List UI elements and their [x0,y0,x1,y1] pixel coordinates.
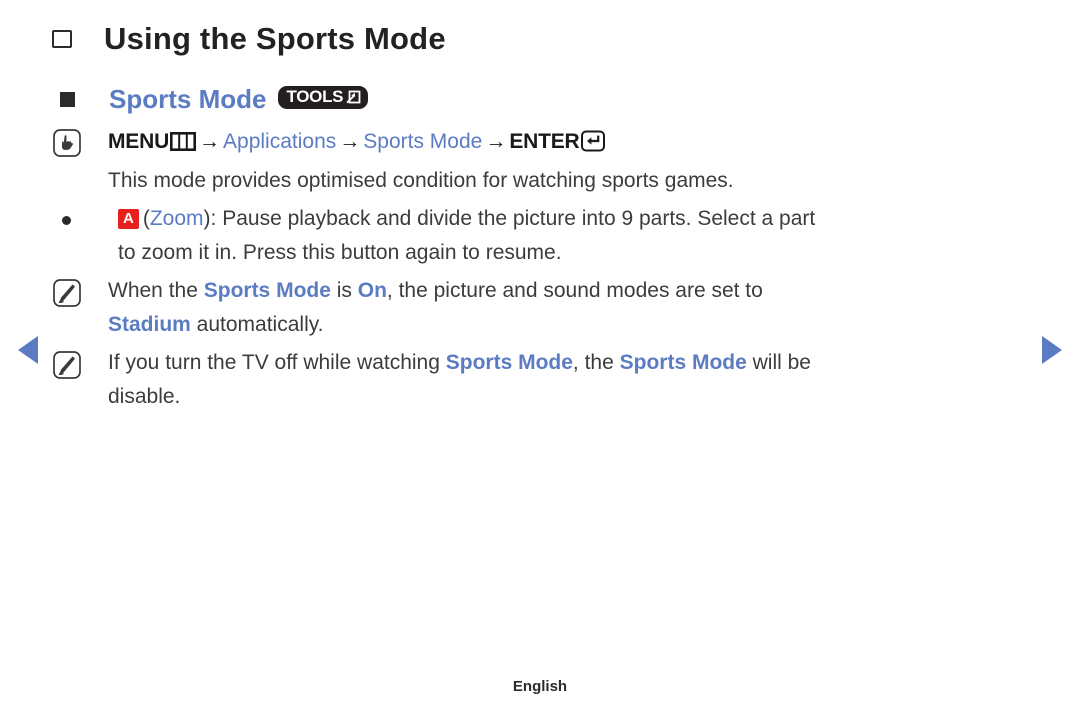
menu-button-label: MENU [108,130,170,153]
menu-path-arrow-2: → [339,130,361,153]
note2-part2: , the [572,351,620,374]
hollow-square-bullet-icon [52,30,72,48]
note1-part2: is [330,279,358,302]
note2-part1: If you turn the TV off while watching [108,351,446,374]
content-column: Using the Sports Mode Sports Mode TOOLS [52,16,1028,418]
note-pencil-icon-2 [52,346,108,380]
note2-part3: will be [746,351,811,374]
note-block-2: If you turn the TV off while watching Sp… [52,346,1028,414]
manual-page: Using the Sports Mode Sports Mode TOOLS [0,0,1080,705]
enter-button-label: ENTER [509,130,580,153]
section-title-row: Sports Mode TOOLS [52,82,1028,116]
description-text: This mode provides optimised condition f… [108,169,734,192]
note2-highlight-sports-mode-2: Sports Mode [619,351,747,374]
page-title-row: Using the Sports Mode [52,16,1028,62]
tools-arrow-box-icon [345,89,361,105]
round-bullet-icon [62,216,71,225]
menu-path-block: MENU → Applications → Sports Mode → ENTER [52,124,1028,160]
bullet-zoom-block: A (Zoom): Pause playback and divide the p… [52,202,1028,270]
menu-grid-icon [169,130,197,153]
menu-path-item-applications: Applications [223,130,337,153]
tools-badge-label: TOOLS [286,86,344,106]
red-a-button-badge: A [118,209,139,229]
note-text-1: When the Sports Mode is On, the picture … [108,274,763,342]
menu-path-arrow-3: → [485,130,507,153]
paren-close: ): [203,207,217,230]
footer-language: English [512,678,568,695]
note1-highlight-sports-mode: Sports Mode [203,279,331,302]
zoom-link: Zoom [149,207,204,230]
bullet-zoom-line1: Pause playback and divide the picture in… [222,207,816,230]
note2-part4: disable. [108,385,181,408]
bullet-zoom-line2: to zoom it in. Press this button again t… [118,241,562,264]
description-block: This mode provides optimised condition f… [52,164,1028,198]
note1-part1: When the [108,279,204,302]
note-pencil-icon [52,274,108,308]
note2-highlight-sports-mode-1: Sports Mode [445,351,573,374]
filled-square-bullet-icon [60,91,75,107]
note-block-1: When the Sports Mode is On, the picture … [52,274,1028,342]
note1-highlight-stadium: Stadium [108,313,191,336]
next-page-arrow-icon[interactable] [1042,336,1062,364]
bullet-zoom-text: A (Zoom): Pause playback and divide the p… [118,202,815,270]
page-title: Using the Sports Mode [104,21,446,56]
note1-part4: automatically. [190,313,324,336]
menu-path-item-sports-mode: Sports Mode [363,130,483,153]
note1-highlight-on: On [357,279,387,302]
menu-path-arrow-1: → [199,130,221,153]
description-gutter [52,164,108,168]
hand-touch-icon [52,124,108,158]
paren-open: ( [142,207,150,230]
note-text-2: If you turn the TV off while watching Sp… [108,346,811,414]
note1-part3: , the picture and sound modes are set to [386,279,763,302]
enter-key-icon [580,130,605,153]
section-title: Sports Mode [109,84,267,114]
bullet-gutter [52,202,118,225]
previous-page-arrow-icon[interactable] [18,336,38,364]
tools-badge[interactable]: TOOLS [278,85,369,109]
menu-path: MENU → Applications → Sports Mode → ENTER [108,124,605,160]
